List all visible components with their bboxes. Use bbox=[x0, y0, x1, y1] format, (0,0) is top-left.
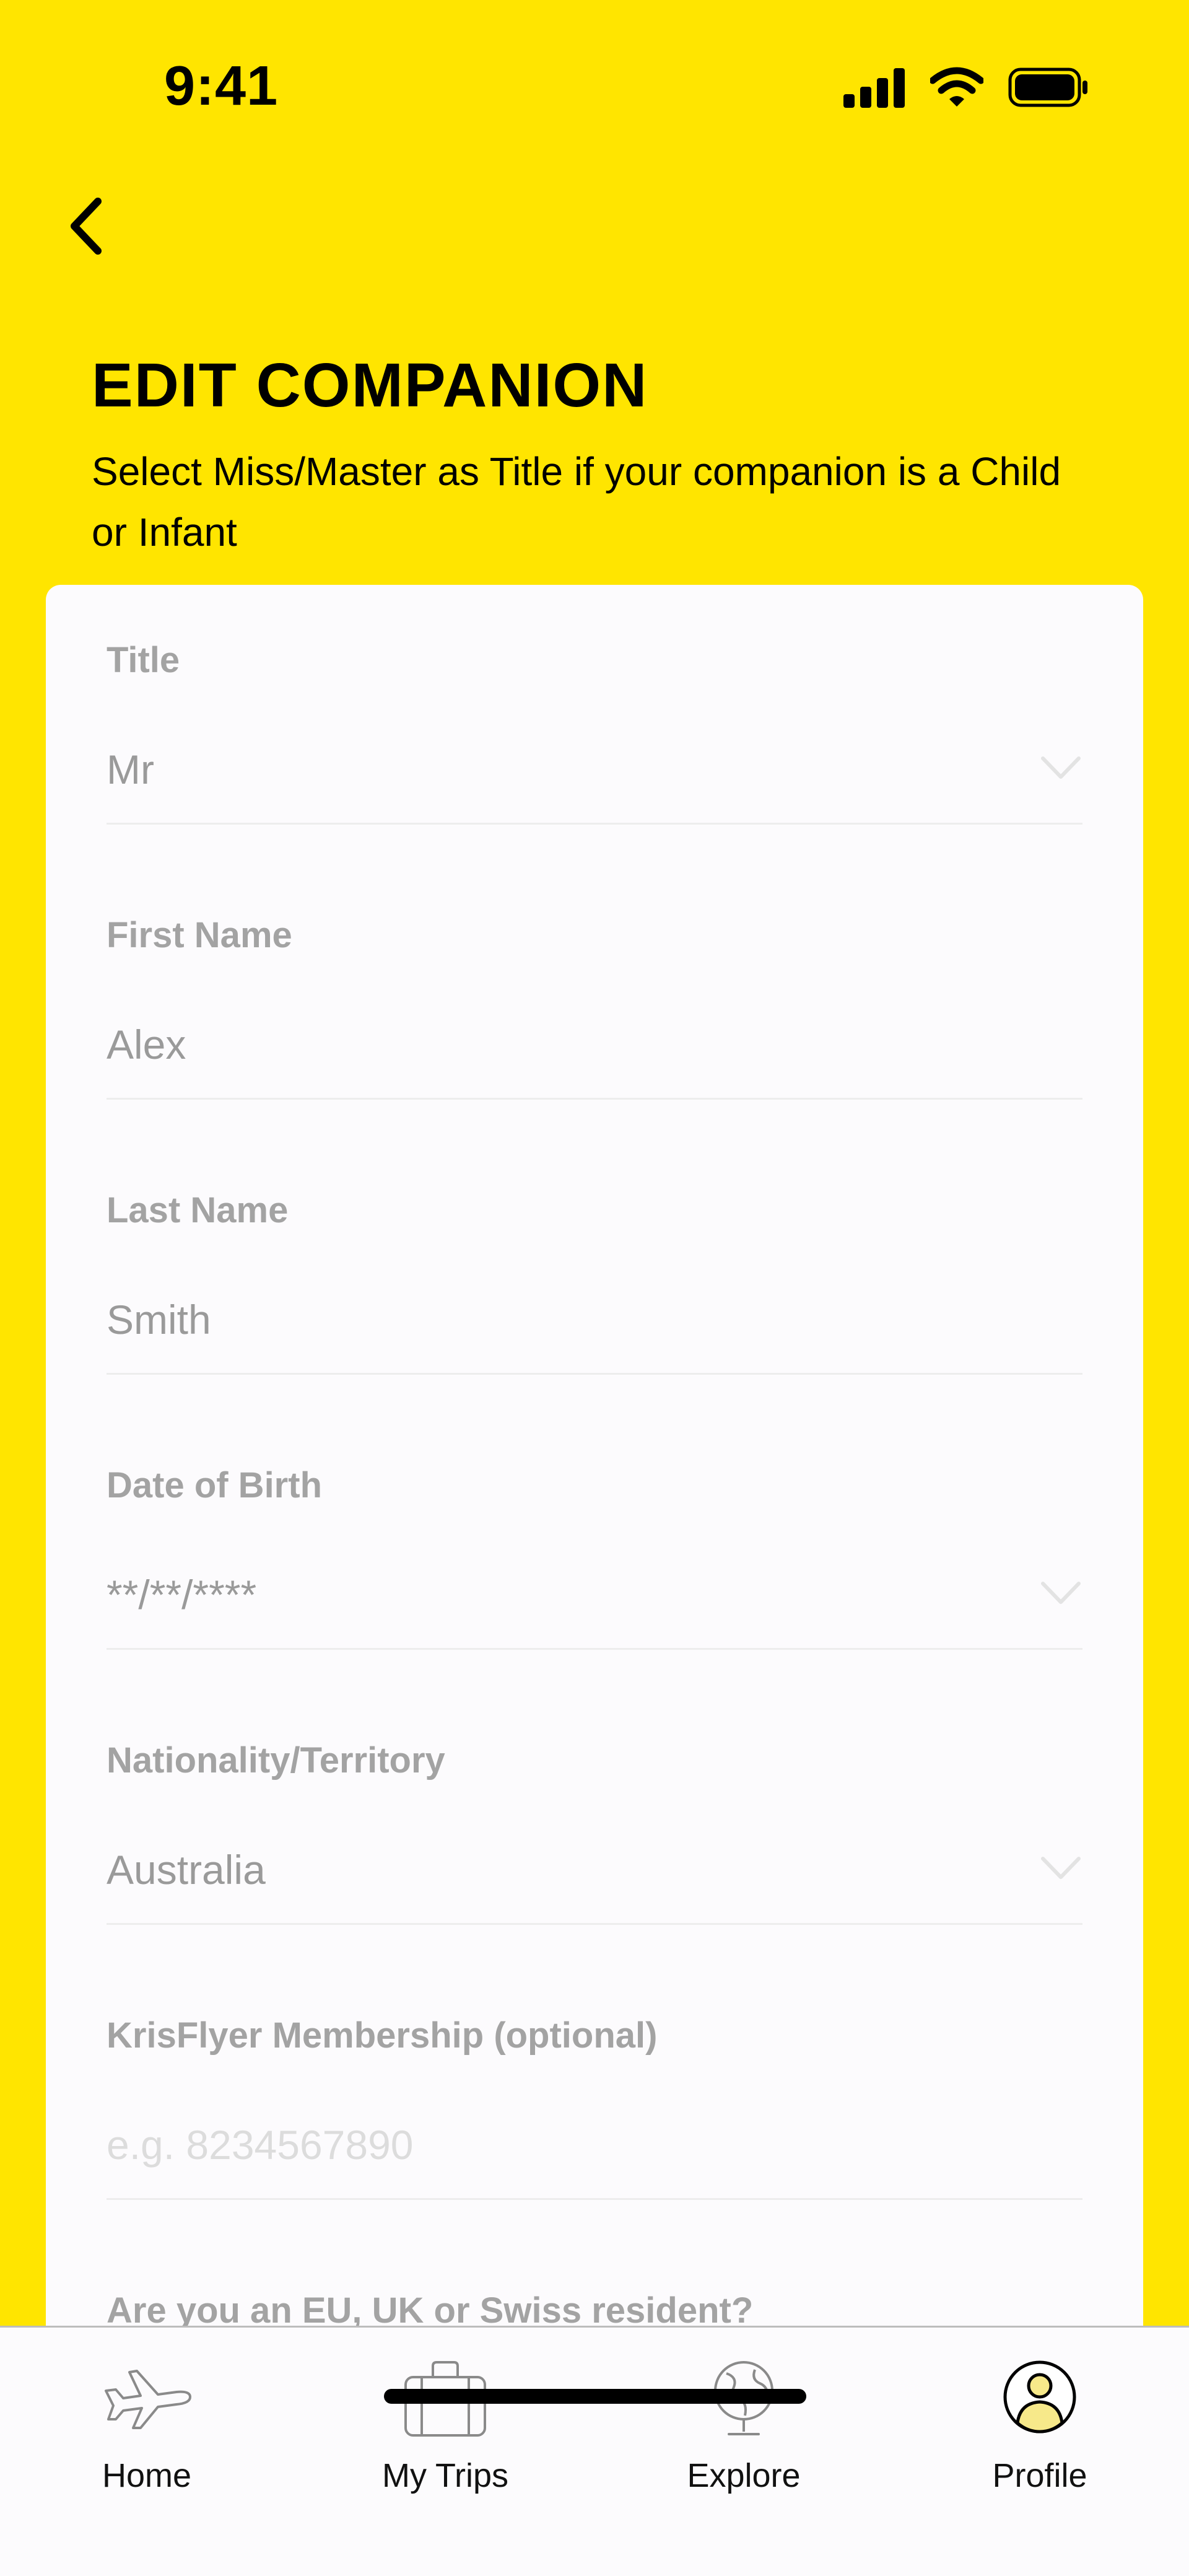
status-bar: 9:41 bbox=[0, 0, 1189, 180]
krisflyer-label: KrisFlyer Membership (optional) bbox=[107, 2015, 658, 2056]
date-of-birth-field[interactable]: Date of Birth **/**/**** bbox=[107, 1410, 1082, 1685]
tab-profile[interactable]: Profile bbox=[928, 2346, 1151, 2507]
chevron-left-icon bbox=[71, 198, 102, 255]
first-name-label: First Name bbox=[107, 915, 292, 955]
profile-icon bbox=[1003, 2360, 1076, 2434]
nationality-select-value[interactable]: Australia bbox=[107, 1846, 266, 1893]
title-field[interactable]: Title Mr bbox=[107, 585, 1082, 860]
tab-home[interactable]: Home bbox=[35, 2346, 258, 2507]
tab-profile-label: Profile bbox=[992, 2457, 1087, 2494]
first-name-input[interactable]: Alex bbox=[107, 1021, 186, 1068]
field-divider bbox=[107, 1648, 1082, 1650]
airplane-icon bbox=[105, 2370, 191, 2429]
nationality-field[interactable]: Nationality/Territory Australia bbox=[107, 1685, 1082, 1960]
tab-my-trips-label: My Trips bbox=[381, 2457, 508, 2494]
title-label: Title bbox=[107, 640, 180, 680]
status-time: 9:41 bbox=[164, 55, 279, 117]
tab-home-label: Home bbox=[102, 2457, 192, 2494]
field-divider bbox=[107, 2198, 1082, 2200]
page-title: EDIT COMPANION bbox=[92, 351, 648, 420]
tab-explore-label: Explore bbox=[687, 2457, 801, 2494]
tab-my-trips[interactable]: My Trips bbox=[334, 2346, 557, 2507]
field-divider bbox=[107, 823, 1082, 825]
page-subtitle: Select Miss/Master as Title if your comp… bbox=[92, 449, 1061, 554]
field-divider bbox=[107, 1923, 1082, 1925]
chevron-down-icon[interactable] bbox=[1039, 1577, 1082, 1608]
title-select-value[interactable]: Mr bbox=[107, 746, 154, 793]
field-divider bbox=[107, 1098, 1082, 1100]
back-button[interactable] bbox=[56, 192, 118, 260]
last-name-field[interactable]: Last Name Smith bbox=[107, 1135, 1082, 1410]
date-of-birth-label: Date of Birth bbox=[107, 1465, 322, 1505]
tab-bar: Home My Trips Explore Profile bbox=[0, 2326, 1189, 2576]
home-indicator bbox=[384, 2389, 806, 2404]
date-of-birth-select-value[interactable]: **/**/**** bbox=[107, 1571, 256, 1618]
field-divider bbox=[107, 1373, 1082, 1375]
cellular-signal-icon bbox=[843, 68, 905, 108]
krisflyer-field[interactable]: KrisFlyer Membership (optional) e.g. 823… bbox=[107, 1960, 1082, 2235]
chevron-down-icon[interactable] bbox=[1039, 1852, 1082, 1883]
tab-explore[interactable]: Explore bbox=[632, 2346, 855, 2507]
companion-form-card: Title Mr First Name Alex Last Name Smith… bbox=[46, 585, 1143, 2576]
status-icons bbox=[843, 67, 1089, 108]
krisflyer-input[interactable]: e.g. 8234567890 bbox=[107, 2121, 413, 2168]
eu-resident-question: Are you an EU, UK or Swiss resident? bbox=[107, 2290, 754, 2331]
last-name-input[interactable]: Smith bbox=[107, 1296, 211, 1343]
chevron-down-icon[interactable] bbox=[1039, 752, 1082, 783]
last-name-label: Last Name bbox=[107, 1190, 289, 1230]
wifi-icon bbox=[930, 67, 983, 107]
first-name-field[interactable]: First Name Alex bbox=[107, 860, 1082, 1135]
battery-icon bbox=[1008, 68, 1087, 107]
nationality-label: Nationality/Territory bbox=[107, 1740, 445, 1781]
